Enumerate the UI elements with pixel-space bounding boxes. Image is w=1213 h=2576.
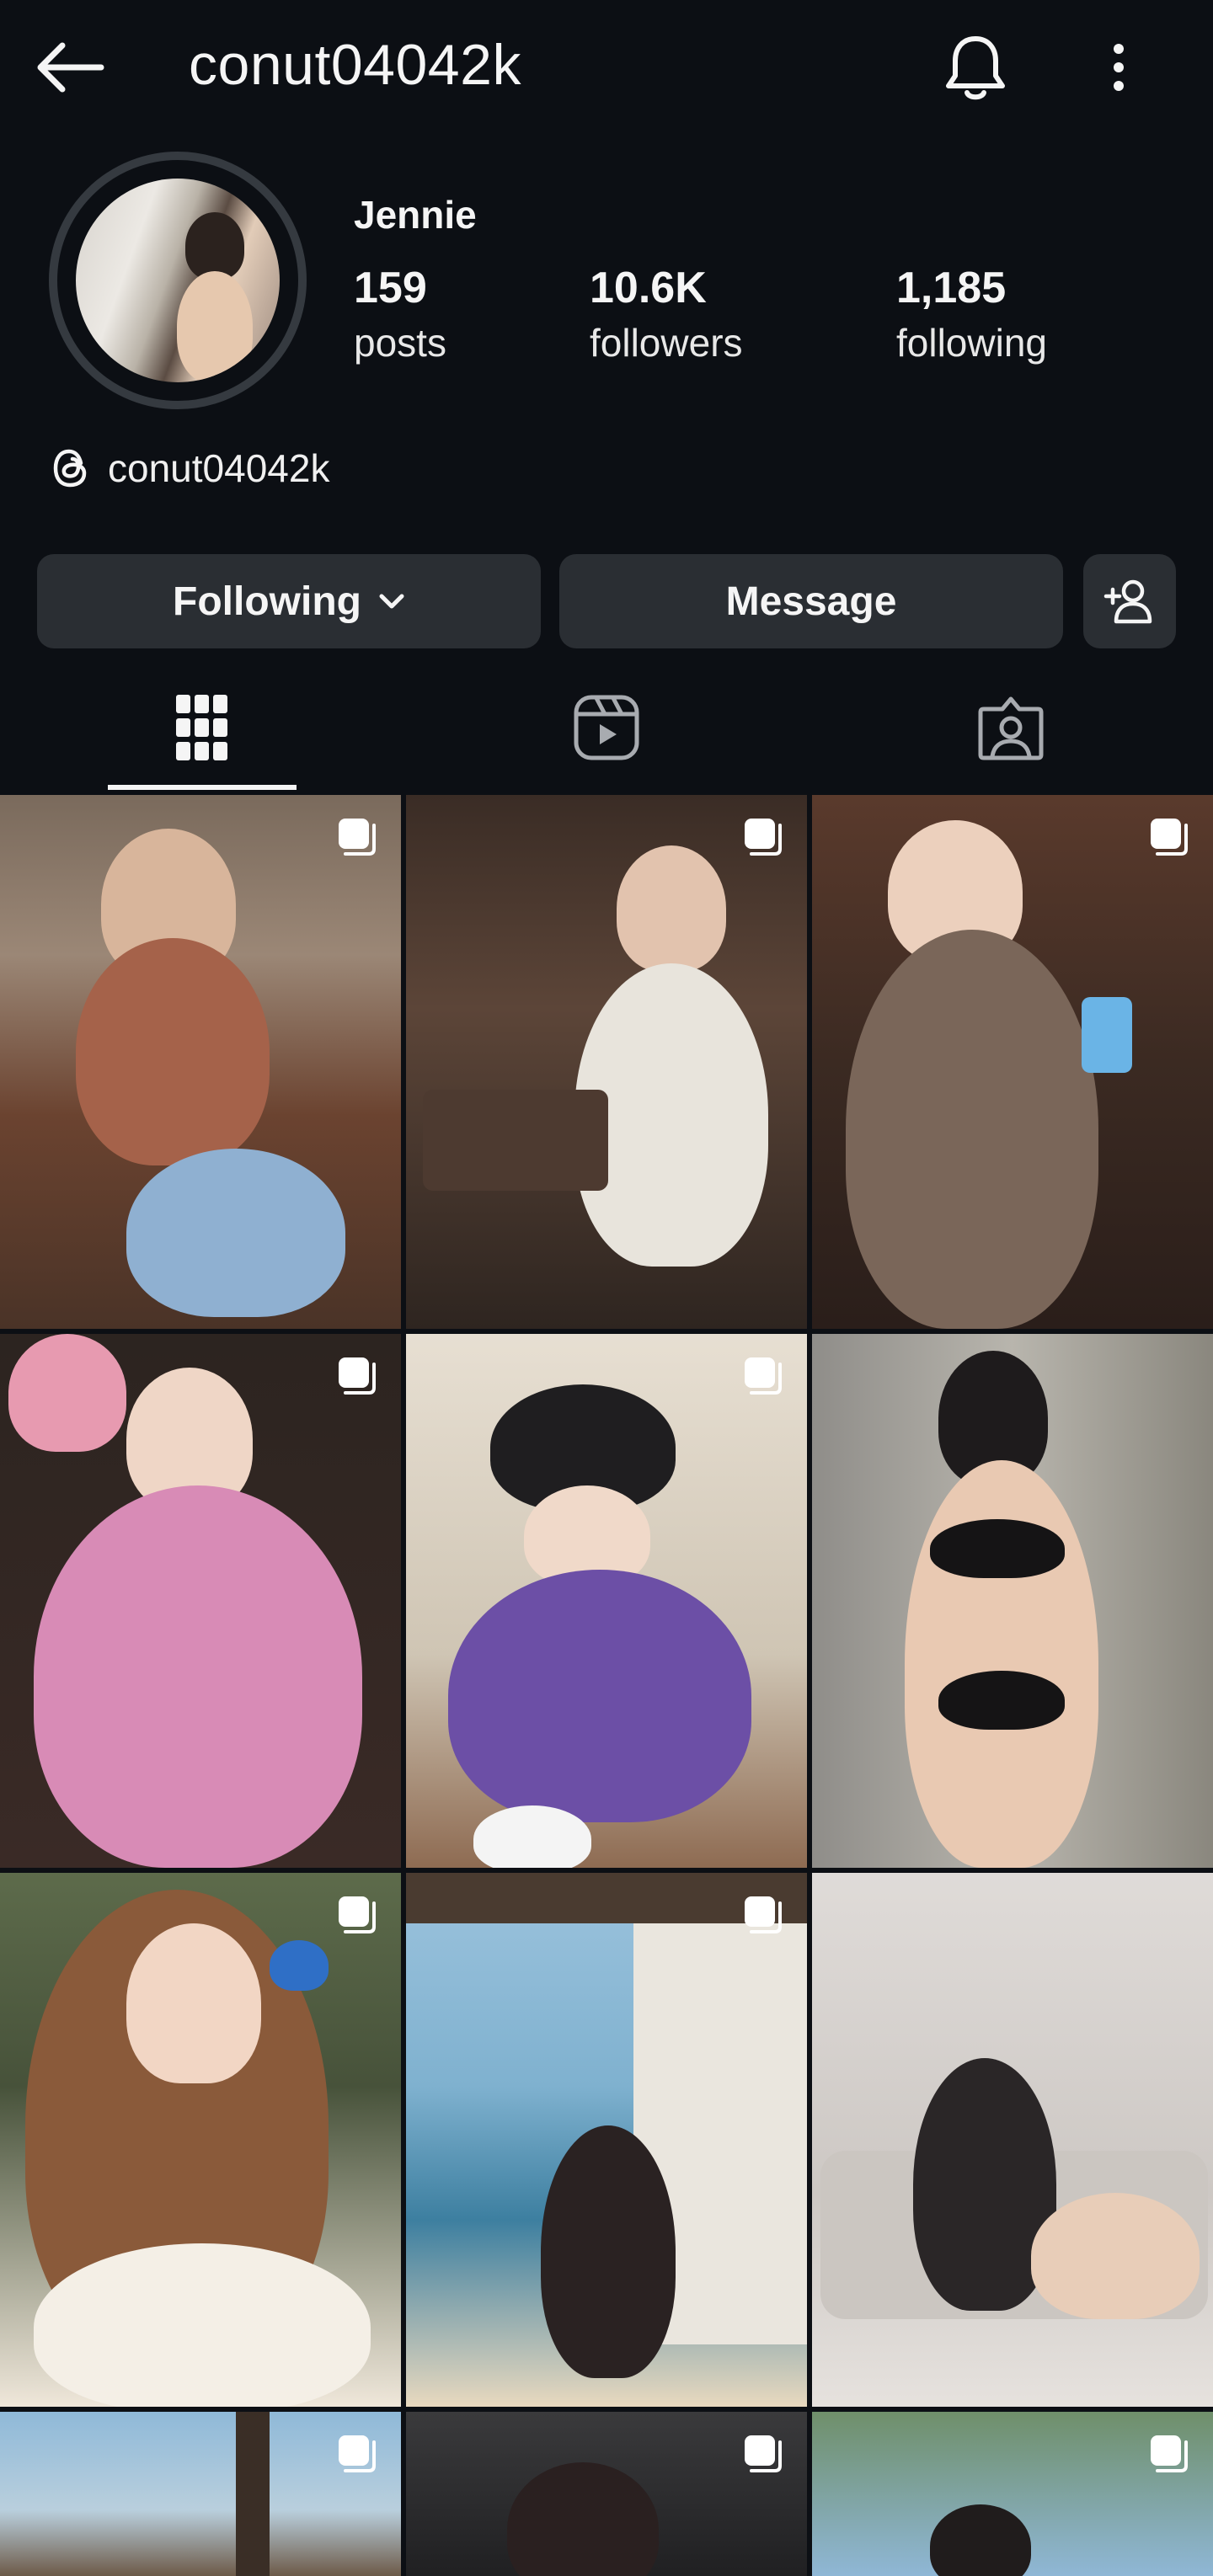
following-button-label: Following [173,579,361,624]
message-button-label: Message [725,579,897,624]
grid-icon [176,695,227,760]
post-thumbnail[interactable] [406,1873,807,2407]
bell-icon [946,36,1005,100]
post-thumbnail[interactable] [812,1334,1213,1868]
posts-count: 159 [354,264,427,312]
post-thumbnail[interactable] [0,795,401,1329]
following-label: following [896,321,1047,365]
post-thumbnail[interactable] [406,795,807,1329]
following-button[interactable]: Following [37,554,541,648]
tab-tagged[interactable] [809,665,1213,790]
multiple-posts-icon [339,1357,376,1395]
post-thumbnail[interactable] [0,1334,401,1868]
posts-label: posts [354,321,446,365]
profile-tabs [0,665,1213,790]
notifications-button[interactable] [940,32,1011,103]
active-tab-indicator [108,785,297,790]
multiple-posts-icon [339,2435,376,2472]
post-thumbnail[interactable] [812,795,1213,1329]
followers-stat[interactable]: 10.6K followers [590,263,743,365]
tab-reels[interactable] [404,665,809,790]
more-options-button[interactable] [1102,32,1136,103]
avatar[interactable] [76,179,280,382]
post-thumbnail[interactable] [812,2412,1213,2576]
post-thumbnail[interactable] [0,1873,401,2407]
arrow-left-icon [37,42,104,93]
followers-label: followers [590,321,743,365]
threads-icon [53,449,87,488]
avatar-ring[interactable] [49,152,307,409]
reels-icon [574,695,639,760]
multiple-posts-icon [339,1896,376,1933]
multiple-posts-icon [1151,819,1188,856]
add-user-button[interactable] [1083,554,1176,648]
posts-stat[interactable]: 159 posts [354,263,446,365]
profile-username: conut04042k [189,33,521,97]
multiple-posts-icon [745,1896,782,1933]
message-button[interactable]: Message [559,554,1063,648]
post-thumbnail[interactable] [406,2412,807,2576]
post-thumbnail[interactable] [812,1873,1213,2407]
post-thumbnail[interactable] [0,2412,401,2576]
display-name: Jennie [354,193,477,237]
following-stat[interactable]: 1,185 following [896,263,1047,365]
following-count: 1,185 [896,264,1007,312]
chevron-down-icon [379,594,404,609]
multiple-posts-icon [745,2435,782,2472]
followers-count: 10.6K [590,264,707,312]
profile-header: conut04042k [0,0,1213,135]
back-button[interactable] [34,34,110,101]
multiple-posts-icon [1151,2435,1188,2472]
tagged-icon [978,696,1044,760]
more-vertical-icon [1114,44,1124,91]
threads-handle: conut04042k [108,446,330,490]
multiple-posts-icon [745,1357,782,1395]
multiple-posts-icon [339,819,376,856]
post-thumbnail[interactable] [406,1334,807,1868]
add-user-icon [1103,579,1152,624]
threads-link[interactable]: conut04042k [49,443,329,493]
multiple-posts-icon [745,819,782,856]
tab-posts-grid[interactable] [0,665,404,790]
